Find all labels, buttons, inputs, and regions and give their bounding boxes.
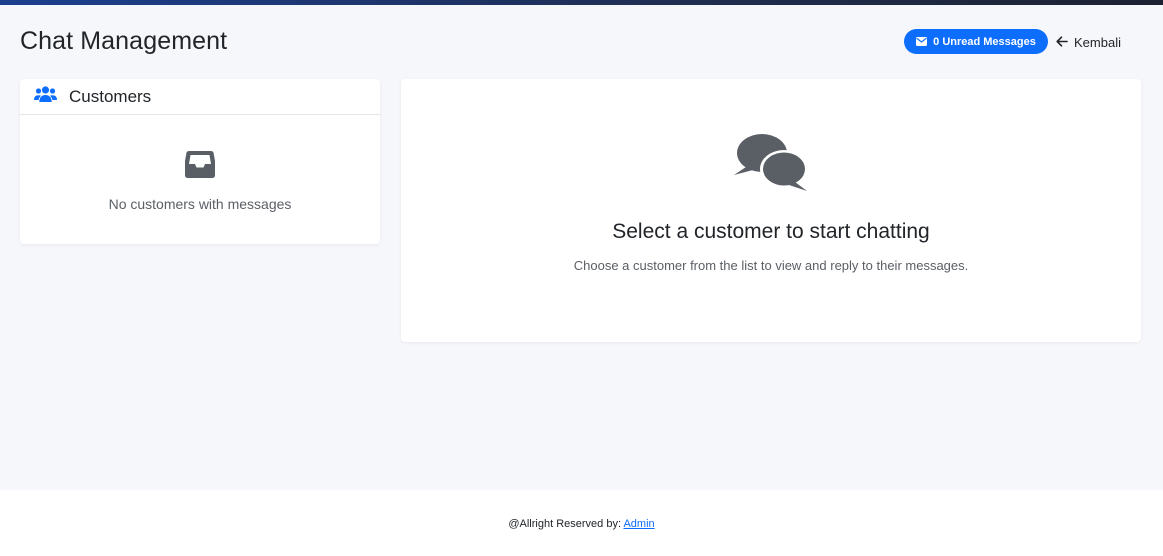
footer-copyright: @Allright Reserved by:: [508, 518, 621, 530]
arrow-left-icon: [1056, 35, 1068, 50]
chat-placeholder-title: Select a customer to start chatting: [612, 220, 930, 243]
footer-admin-link[interactable]: Admin: [623, 518, 654, 530]
page-title: Chat Management: [20, 27, 228, 55]
customers-panel-header: Customers: [20, 79, 380, 115]
unread-messages-button[interactable]: 0 Unread Messages: [904, 29, 1048, 54]
chat-panel: Select a customer to start chatting Choo…: [401, 79, 1141, 342]
footer-text: @Allright Reserved by: Admin: [0, 518, 1163, 530]
chat-placeholder: Select a customer to start chatting Choo…: [401, 79, 1141, 273]
footer: @Allright Reserved by: Admin: [0, 490, 1163, 556]
customers-empty-state: No customers with messages: [20, 115, 380, 212]
comments-icon: [733, 133, 809, 200]
users-icon: [34, 85, 57, 108]
back-link[interactable]: Kembali: [1056, 32, 1121, 52]
unread-messages-label: 0 Unread Messages: [933, 35, 1036, 48]
chat-placeholder-subtitle: Choose a customer from the list to view …: [573, 258, 969, 273]
back-link-label: Kembali: [1074, 34, 1121, 50]
customers-panel-title: Customers: [69, 86, 152, 106]
customers-panel: Customers No customers with messages: [20, 79, 380, 244]
customers-empty-message: No customers with messages: [108, 196, 292, 212]
inbox-icon: [185, 151, 215, 183]
top-accent-bar: [0, 0, 1163, 5]
envelope-icon: [916, 37, 928, 46]
